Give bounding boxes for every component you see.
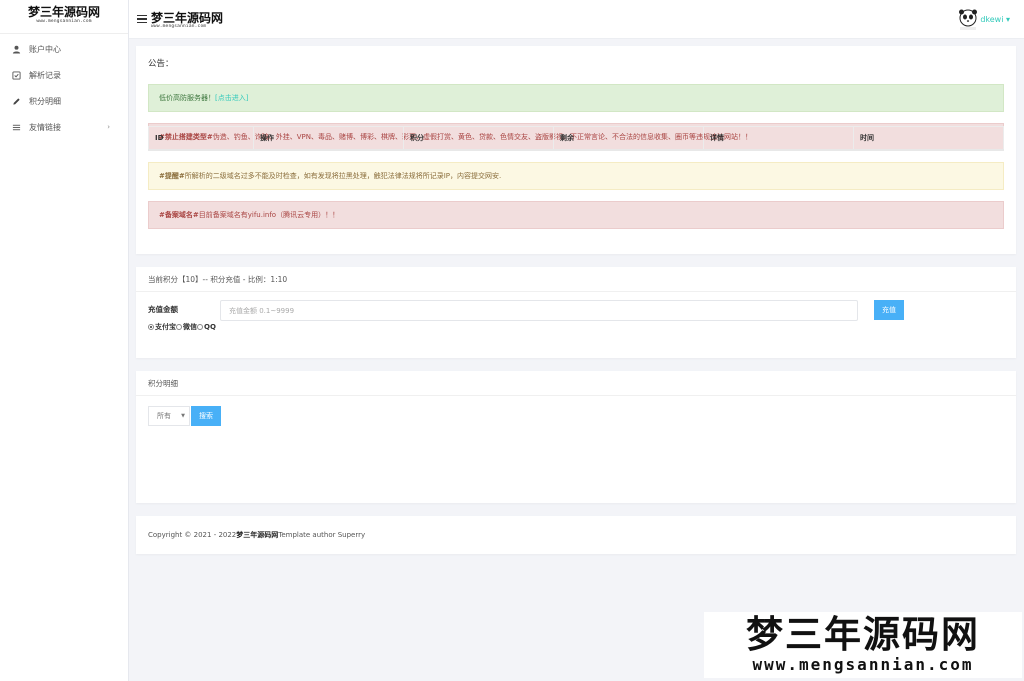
avatar[interactable] bbox=[957, 8, 979, 32]
enter-link[interactable]: [点击进入] bbox=[215, 93, 248, 103]
logo-text: 梦三年源码网 bbox=[151, 11, 224, 25]
type-select[interactable]: 所有 ▼ bbox=[148, 406, 190, 426]
radio-dot[interactable] bbox=[197, 324, 203, 330]
sidebar-logo[interactable]: 梦三年源码网 www.mengsannian.com bbox=[0, 0, 128, 34]
logo-text: 梦三年源码网 bbox=[27, 5, 100, 19]
amount-input[interactable]: 充值金额 0.1~9999 bbox=[220, 300, 858, 321]
recharge-button[interactable]: 充值 bbox=[874, 300, 904, 320]
radio-dot[interactable] bbox=[148, 324, 154, 330]
recharge-card: 当前积分【10】-- 积分充值 - 比例：1:10 充值金额 充值金额 0.1~… bbox=[136, 267, 1016, 358]
sidebar-item-account[interactable]: 账户中心 bbox=[0, 36, 128, 62]
alert-bold: #提醒# bbox=[159, 172, 185, 180]
table-header-row: ID 操作 积分 剩余 详情 时间 bbox=[148, 126, 1004, 151]
column-header: 积分 bbox=[403, 126, 554, 151]
user-menu[interactable]: dkewi ▾ bbox=[980, 15, 1010, 24]
user-icon bbox=[11, 44, 21, 54]
points-card: 积分明细 所有 ▼ 搜索 ID 操作 积分 剩余 详情 时间 bbox=[136, 126, 1016, 503]
chevron-right-icon: › bbox=[107, 123, 110, 131]
radio-label: 支付宝 bbox=[155, 323, 176, 331]
sidebar-item-records[interactable]: 解析记录 bbox=[0, 62, 128, 88]
recharge-header: 当前积分【10】-- 积分充值 - 比例：1:10 bbox=[136, 267, 1016, 292]
points-title: 积分明细 bbox=[136, 371, 1016, 396]
watermark: 梦三年源码网 www.mengsannian.com bbox=[704, 612, 1022, 678]
alert-domain: #备案域名# 目前备案域名有yifu.info（腾讯云专用）！！ bbox=[148, 201, 1004, 229]
notice-title: 公告： bbox=[148, 59, 174, 69]
caret-down-icon: ▾ bbox=[1005, 15, 1010, 24]
sidebar-item-label: 账户中心 bbox=[29, 44, 61, 54]
alert-text: 所解析的二级域名过多不能及时检查，如有发现将拉黑处理，触犯法律法规将所记录IP，… bbox=[184, 172, 502, 180]
amount-label: 充值金额 bbox=[148, 305, 178, 314]
radio-alipay[interactable]: 支付宝 bbox=[148, 322, 176, 332]
caret-down-icon: ▼ bbox=[181, 413, 185, 419]
select-value: 所有 bbox=[157, 412, 171, 420]
menu-toggle-icon[interactable] bbox=[137, 15, 147, 23]
username: dkewi bbox=[980, 15, 1004, 24]
topbar: 梦三年源码网 www.mengsannian.com dkewi ▾ bbox=[129, 0, 1024, 39]
points-filter: 所有 ▼ 搜索 bbox=[136, 396, 1016, 454]
radio-label: QQ bbox=[204, 323, 216, 331]
sidebar-nav: 账户中心 解析记录 积分明细 友情链接 › bbox=[0, 34, 128, 140]
radio-label: 微信 bbox=[183, 323, 197, 331]
footer-prefix: Copyright © 2021 - 2022 bbox=[148, 531, 237, 539]
radio-qq[interactable]: QQ bbox=[197, 323, 216, 331]
pencil-icon bbox=[11, 96, 21, 106]
footer: Copyright © 2021 - 2022 梦三年源码网 Template … bbox=[136, 516, 1016, 554]
list-icon bbox=[11, 122, 21, 132]
sidebar: 梦三年源码网 www.mengsannian.com 账户中心 解析记录 积分明… bbox=[0, 0, 129, 681]
footer-suffix: Template author Superry bbox=[278, 531, 366, 539]
radio-dot[interactable] bbox=[176, 324, 182, 330]
footer-site: 梦三年源码网 bbox=[236, 530, 279, 539]
alert-text: 低价高防服务器！ bbox=[159, 94, 215, 102]
main-content: 公告： 低价高防服务器！ [点击进入] #禁止搭建类型# 伪造、钓鱼、诈骗、外挂… bbox=[136, 46, 1016, 567]
column-header: 操作 bbox=[253, 126, 404, 151]
alert-bold: #备案域名# bbox=[159, 211, 199, 219]
alert-text: 目前备案域名有yifu.info（腾讯云专用）！！ bbox=[198, 211, 340, 219]
search-button[interactable]: 搜索 bbox=[191, 406, 221, 426]
sidebar-item-label: 积分明细 bbox=[29, 96, 61, 106]
alert-reminder: #提醒# 所解析的二级域名过多不能及时检查，如有发现将拉黑处理，触犯法律法规将所… bbox=[148, 162, 1004, 190]
points-table: ID 操作 积分 剩余 详情 时间 bbox=[148, 126, 1004, 151]
sidebar-item-points[interactable]: 积分明细 bbox=[0, 88, 128, 114]
header-logo[interactable]: 梦三年源码网 www.mengsannian.com bbox=[151, 12, 223, 29]
watermark-title: 梦三年源码网 bbox=[746, 612, 980, 656]
watermark-url: www.mengsannian.com bbox=[752, 655, 974, 674]
sidebar-item-label: 解析记录 bbox=[29, 70, 61, 80]
logo-url: www.mengsannian.com bbox=[36, 19, 92, 24]
radio-wechat[interactable]: 微信 bbox=[176, 322, 197, 332]
recharge-form: 充值金额 充值金额 0.1~9999 充值 支付宝 微信 QQ bbox=[136, 292, 1016, 358]
payment-options: 支付宝 微信 QQ bbox=[148, 322, 216, 332]
record-icon bbox=[11, 70, 21, 80]
sidebar-item-label: 友情链接 bbox=[29, 122, 61, 132]
sidebar-item-links[interactable]: 友情链接 › bbox=[0, 114, 128, 140]
column-header: ID bbox=[148, 126, 254, 151]
column-header: 详情 bbox=[703, 126, 854, 151]
column-header: 剩余 bbox=[553, 126, 704, 151]
alert-server: 低价高防服务器！ [点击进入] bbox=[148, 84, 1004, 112]
column-header: 时间 bbox=[853, 126, 1004, 151]
